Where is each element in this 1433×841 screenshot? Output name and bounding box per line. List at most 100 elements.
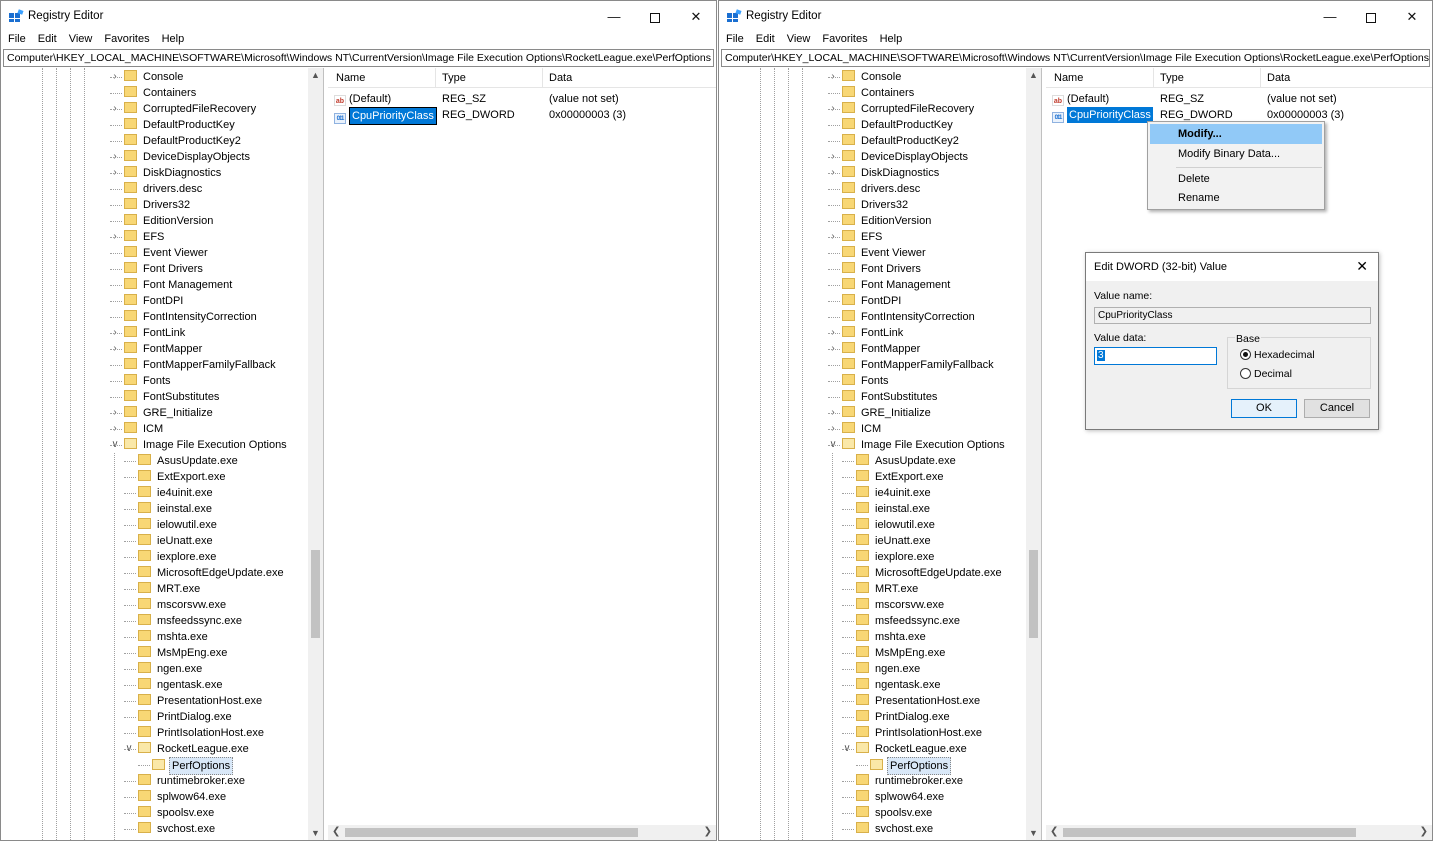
tree-item[interactable]: Font Drivers <box>124 261 205 277</box>
tree-item[interactable]: › DiskDiagnostics <box>113 165 223 181</box>
value-row-default[interactable]: ab (Default) REG_SZ (value not set) <box>334 91 619 107</box>
tree-item[interactable]: DefaultProductKey <box>124 117 237 133</box>
tree-item[interactable]: drivers.desc <box>124 181 204 197</box>
close-button[interactable]: ✕ <box>676 1 716 32</box>
tree-item[interactable]: Font Management <box>124 277 234 293</box>
menu-help[interactable]: Help <box>157 32 190 47</box>
scroll-up-icon[interactable]: ▲ <box>308 70 323 80</box>
scroll-up-icon[interactable]: ▲ <box>1026 70 1041 80</box>
title-bar[interactable]: Registry Editor — ✕ <box>1 1 716 32</box>
tree-item[interactable]: mscorsvw.exe <box>138 597 228 613</box>
radio-decimal[interactable]: Decimal <box>1240 368 1292 380</box>
tree-item[interactable]: PresentationHost.exe <box>138 693 264 709</box>
menu-view[interactable]: View <box>64 32 98 47</box>
vertical-scrollbar[interactable]: ▲ ▼ <box>1026 68 1041 840</box>
tree-item[interactable]: ExtExport.exe <box>856 469 945 485</box>
maximize-button[interactable] <box>1351 1 1391 32</box>
column-type[interactable]: Type <box>442 72 466 84</box>
tree-item[interactable]: › DeviceDisplayObjects <box>831 149 970 165</box>
tree-item[interactable]: Fonts <box>842 373 891 389</box>
tree-item[interactable]: MicrosoftEdgeUpdate.exe <box>138 565 286 581</box>
tree-item[interactable]: splwow64.exe <box>138 789 228 805</box>
tree-item[interactable]: msfeedssync.exe <box>138 613 244 629</box>
tree-item[interactable]: ielowutil.exe <box>856 517 937 533</box>
address-bar[interactable]: Computer\HKEY_LOCAL_MACHINE\SOFTWARE\Mic… <box>721 49 1430 67</box>
tree-item[interactable]: Containers <box>124 85 198 101</box>
tree-item[interactable]: ∨ Image File Execution Options <box>829 437 1007 453</box>
tree-item[interactable]: › GRE_Initialize <box>113 405 215 421</box>
selected-value-name[interactable]: CpuPriorityClass <box>1067 107 1153 123</box>
tree-item[interactable]: › FontMapper <box>831 341 922 357</box>
tree-item[interactable]: › GRE_Initialize <box>831 405 933 421</box>
tree-item[interactable]: MsMpEng.exe <box>138 645 229 661</box>
title-bar[interactable]: Registry Editor — ✕ <box>719 1 1432 32</box>
tree-item[interactable]: FontDPI <box>124 293 185 309</box>
tree-item[interactable]: Font Management <box>842 277 952 293</box>
column-name[interactable]: Name <box>336 72 365 84</box>
menu-favorites[interactable]: Favorites <box>99 32 154 47</box>
tree-item[interactable]: runtimebroker.exe <box>856 773 965 789</box>
tree-item[interactable]: ieUnatt.exe <box>856 533 933 549</box>
tree-item[interactable]: › FontMapper <box>113 341 204 357</box>
tree-item[interactable]: ∨ Image File Execution Options <box>111 437 289 453</box>
dialog-title-bar[interactable]: Edit DWORD (32-bit) Value ✕ <box>1086 253 1378 281</box>
tree-item[interactable]: ielowutil.exe <box>138 517 219 533</box>
menu-modify-binary[interactable]: Modify Binary Data... <box>1150 144 1322 164</box>
tree-item[interactable]: DefaultProductKey <box>842 117 955 133</box>
tree-item[interactable]: › FontLink <box>113 325 187 341</box>
tree-item[interactable]: FontIntensityCorrection <box>124 309 259 325</box>
tree-item[interactable]: AsusUpdate.exe <box>138 453 240 469</box>
tree-item[interactable]: ngen.exe <box>138 661 204 677</box>
tree-item[interactable]: FontSubstitutes <box>124 389 221 405</box>
horizontal-scrollbar[interactable]: ❮ ❯ <box>328 825 716 840</box>
dialog-close-icon[interactable]: ✕ <box>1356 258 1368 275</box>
tree-item[interactable]: › CorruptedFileRecovery <box>831 101 976 117</box>
tree-item[interactable]: runtimebroker.exe <box>138 773 247 789</box>
tree-item[interactable]: ngentask.exe <box>856 677 942 693</box>
scroll-thumb[interactable] <box>311 550 320 638</box>
tree-item[interactable]: MsMpEng.exe <box>856 645 947 661</box>
tree-item[interactable]: › FontLink <box>831 325 905 341</box>
menu-modify[interactable]: Modify... <box>1150 124 1322 144</box>
scroll-thumb[interactable] <box>1029 550 1038 638</box>
tree-item[interactable]: EditionVersion <box>842 213 933 229</box>
cancel-button[interactable]: Cancel <box>1304 399 1370 418</box>
scroll-right-icon[interactable]: ❯ <box>704 826 712 837</box>
scroll-left-icon[interactable]: ❮ <box>332 826 340 837</box>
tree-item[interactable]: › DiskDiagnostics <box>831 165 941 181</box>
vertical-scrollbar[interactable]: ▲ ▼ <box>308 68 323 840</box>
rename-edit-box[interactable]: CpuPriorityClass <box>349 107 437 125</box>
tree-item[interactable]: MRT.exe <box>856 581 920 597</box>
tree-item[interactable]: ExtExport.exe <box>138 469 227 485</box>
tree-item[interactable]: ieUnatt.exe <box>138 533 215 549</box>
tree-item[interactable]: PrintDialog.exe <box>856 709 952 725</box>
tree-item[interactable]: › Console <box>831 69 903 85</box>
value-row-cpupriorityclass[interactable]: 011 CpuPriorityClass REG_DWORD 0x00000003… <box>334 107 626 125</box>
tree-item[interactable]: ngen.exe <box>856 661 922 677</box>
maximize-button[interactable] <box>635 1 675 32</box>
tree-item[interactable]: mshta.exe <box>138 629 210 645</box>
value-row-cpupriorityclass[interactable]: 011 CpuPriorityClass REG_DWORD 0x00000003… <box>1052 107 1344 123</box>
menu-file[interactable]: File <box>3 32 31 47</box>
column-data[interactable]: Data <box>549 72 572 84</box>
tree-item[interactable]: › ICM <box>831 421 883 437</box>
tree-item[interactable]: drivers.desc <box>842 181 922 197</box>
tree-item[interactable]: Drivers32 <box>842 197 910 213</box>
tree-item[interactable]: mshta.exe <box>856 629 928 645</box>
menu-favorites[interactable]: Favorites <box>817 32 872 47</box>
tree-item[interactable]: PrintIsolationHost.exe <box>856 725 984 741</box>
tree-item[interactable]: › EFS <box>113 229 166 245</box>
tree-item[interactable]: ieinstal.exe <box>138 501 214 517</box>
tree-item[interactable]: FontSubstitutes <box>842 389 939 405</box>
tree-item[interactable]: msfeedssync.exe <box>856 613 962 629</box>
tree-item[interactable]: Drivers32 <box>124 197 192 213</box>
tree-item[interactable]: svchost.exe <box>856 821 935 837</box>
tree-item[interactable]: DefaultProductKey2 <box>842 133 961 149</box>
minimize-button[interactable]: — <box>1310 1 1350 32</box>
tree-item[interactable]: iexplore.exe <box>856 549 936 565</box>
tree-item[interactable]: MRT.exe <box>138 581 202 597</box>
value-row-default[interactable]: ab (Default) REG_SZ (value not set) <box>1052 91 1337 107</box>
tree-item[interactable]: svchost.exe <box>138 821 217 837</box>
tree-item[interactable]: › EFS <box>831 229 884 245</box>
tree-item[interactable]: ∨ RocketLeague.exe <box>125 741 251 757</box>
